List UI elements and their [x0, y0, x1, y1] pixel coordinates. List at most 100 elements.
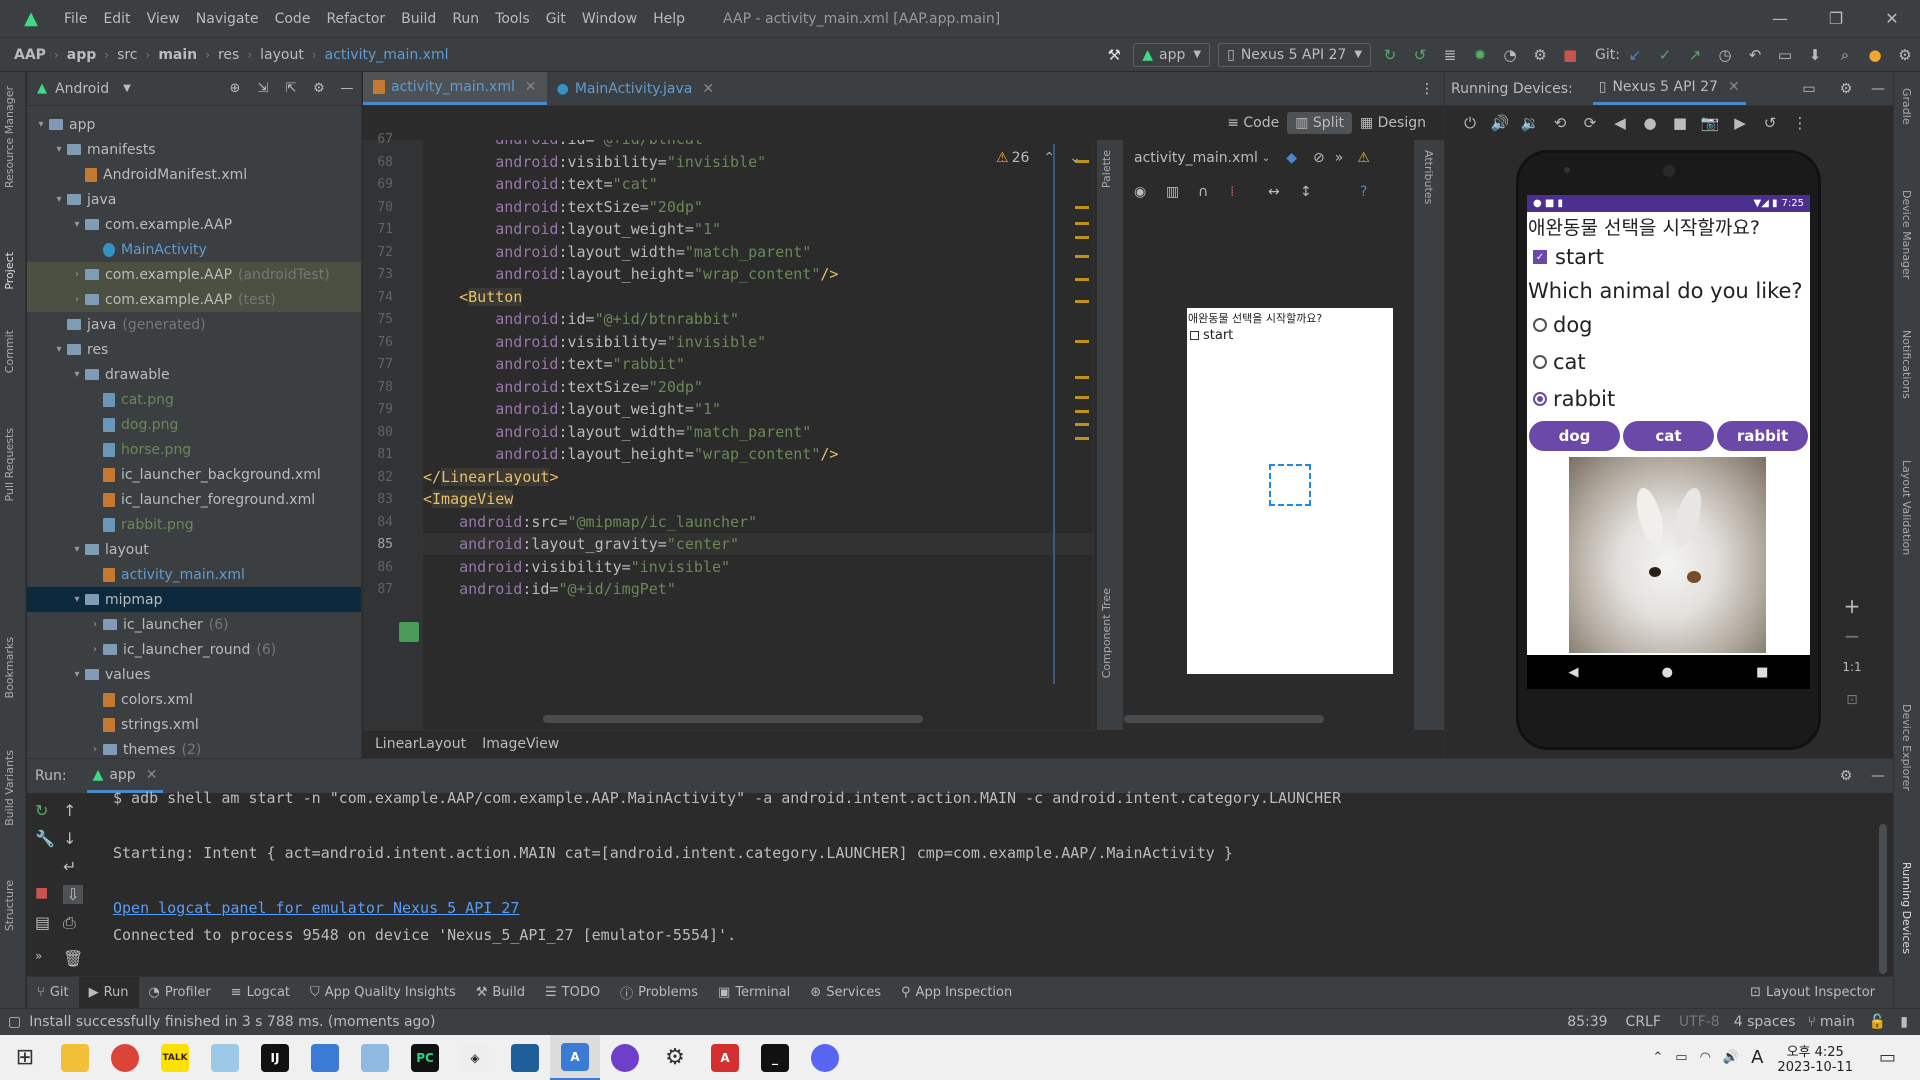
chevron-down-icon[interactable]: ▾: [51, 344, 67, 355]
chevron-down-icon[interactable]: ⌄: [1069, 150, 1081, 166]
run-tab-app[interactable]: ▲ app ✕: [86, 759, 164, 793]
project-view-select[interactable]: Android: [55, 81, 109, 97]
search-icon[interactable]: ⌕: [1830, 46, 1860, 64]
tree-item[interactable]: ic_launcher_foreground.xml: [27, 487, 361, 512]
tab-structure[interactable]: Structure: [3, 880, 16, 931]
emulator-screen[interactable]: ● ■ ▮ ▼◢ ▮ 7:25 애완동물 선택을 시작할까요? ✓ start …: [1527, 195, 1810, 689]
tree-item[interactable]: ▾ layout: [27, 537, 361, 562]
menu-edit[interactable]: Edit: [95, 11, 138, 27]
android-resource-icon[interactable]: [399, 622, 419, 642]
reset-icon[interactable]: ↺: [1755, 114, 1785, 132]
tab-gradle[interactable]: Gradle: [1900, 88, 1913, 125]
menu-git[interactable]: Git: [538, 11, 574, 27]
console-scrollbar[interactable]: [1879, 824, 1887, 974]
breadcrumb-item[interactable]: res: [214, 47, 243, 63]
collapse-all-icon[interactable]: ⇱: [277, 81, 305, 96]
tree-item[interactable]: dog.png: [27, 412, 361, 437]
error-stripe-marker[interactable]: [1075, 437, 1089, 440]
chevron-down-icon[interactable]: ▾: [69, 594, 85, 605]
horizontal-scrollbar[interactable]: [543, 715, 923, 723]
tab-running-devices[interactable]: Running Devices: [1900, 862, 1913, 954]
warning-icon[interactable]: ⚠: [1357, 150, 1370, 166]
tab-git[interactable]: ⑂ Git: [27, 985, 79, 1000]
chevron-down-icon[interactable]: ▾: [33, 119, 49, 130]
profile-icon[interactable]: ◔: [1495, 46, 1525, 64]
home-icon[interactable]: ●: [1662, 665, 1673, 680]
menu-window[interactable]: Window: [574, 11, 645, 27]
tree-item[interactable]: ▾ values: [27, 662, 361, 687]
notification-icon[interactable]: ▭: [1879, 1047, 1896, 1068]
close-tab-icon[interactable]: ✕: [702, 81, 714, 97]
cat-button[interactable]: cat: [1623, 421, 1714, 451]
error-stripe-marker[interactable]: [1075, 423, 1089, 426]
chevron-down-icon[interactable]: ⌄: [1262, 153, 1270, 164]
tab-build-variants[interactable]: Build Variants: [3, 750, 16, 826]
sdk-manager-icon[interactable]: ⬇: [1800, 46, 1830, 64]
hammer-icon[interactable]: ⚒: [1099, 46, 1129, 64]
tree-item[interactable]: MainActivity: [27, 237, 361, 262]
update-icon[interactable]: ●: [1860, 46, 1890, 64]
tab-app-inspection[interactable]: ⚲ App Inspection: [891, 985, 1022, 1000]
tab-resource-manager[interactable]: Resource Manager: [3, 86, 16, 188]
more-icon[interactable]: ⋮: [1785, 114, 1815, 132]
breadcrumb-item[interactable]: src: [113, 47, 141, 63]
blueprint-icon[interactable]: ⊘: [1313, 150, 1325, 166]
tab-palette[interactable]: Palette: [1100, 150, 1113, 188]
tree-item[interactable]: strings.xml: [27, 712, 361, 737]
tab-layout-validation[interactable]: Layout Validation: [1900, 460, 1913, 555]
github-icon[interactable]: [600, 1035, 650, 1080]
trash-icon[interactable]: 🗑: [63, 949, 83, 968]
maximize-button[interactable]: ❐: [1808, 9, 1864, 28]
error-stripe-marker[interactable]: [1075, 206, 1089, 209]
tab-device-manager[interactable]: Device Manager: [1900, 190, 1913, 279]
expand-all-icon[interactable]: ⇲: [249, 81, 277, 96]
tab-layout-inspector[interactable]: ⊡ Layout Inspector: [1740, 985, 1885, 1000]
tab-logcat[interactable]: ≡ Logcat: [221, 985, 300, 1000]
tree-item[interactable]: › com.example.AAP (androidTest): [27, 262, 361, 287]
chevron-right-icon[interactable]: ›: [69, 269, 85, 280]
soft-wrap-icon[interactable]: ↵: [63, 857, 76, 876]
hide-panel-icon[interactable]: —: [1863, 768, 1893, 784]
error-stripe-marker[interactable]: [1075, 278, 1089, 281]
design-view-button[interactable]: ▦ Design: [1352, 112, 1434, 134]
code-view-button[interactable]: ≡ Code: [1219, 112, 1287, 134]
volume-up-icon[interactable]: 🔊: [1485, 114, 1515, 132]
tree-item[interactable]: AndroidManifest.xml: [27, 162, 361, 187]
file-explorer-icon[interactable]: [50, 1035, 100, 1080]
stop-icon[interactable]: ■: [35, 885, 48, 901]
tab-device-explorer[interactable]: Device Explorer: [1900, 704, 1913, 791]
status-icon[interactable]: ▢: [8, 1014, 21, 1030]
error-stripe-marker[interactable]: [1075, 396, 1089, 399]
tab-bookmarks[interactable]: Bookmarks: [3, 637, 16, 698]
scroll-up-icon[interactable]: ↑: [63, 801, 76, 820]
pycharm-icon[interactable]: PC: [400, 1035, 450, 1080]
device-manager-icon[interactable]: ▭: [1770, 46, 1800, 64]
tab-todo[interactable]: ☰ TODO: [535, 985, 610, 1000]
device-select[interactable]: ▯ Nexus 5 API 27 ▼: [1218, 42, 1372, 67]
gear-icon[interactable]: ⚙: [305, 81, 333, 96]
scroll-to-end-icon[interactable]: ⇩: [63, 885, 83, 904]
intellij-icon[interactable]: IJ: [250, 1035, 300, 1080]
tree-item[interactable]: activity_main.xml: [27, 562, 361, 587]
volume-down-icon[interactable]: 🔉: [1515, 114, 1545, 132]
breadcrumb-item[interactable]: app: [63, 47, 101, 63]
run-config-select[interactable]: ▲ app ▼: [1133, 42, 1211, 67]
layout-icon[interactable]: ▤: [35, 913, 50, 932]
tree-item[interactable]: colors.xml: [27, 687, 361, 712]
tab-problems[interactable]: ⓘ Problems: [610, 983, 708, 1002]
scroll-down-icon[interactable]: ↓: [63, 829, 76, 848]
terminal-icon[interactable]: _: [750, 1035, 800, 1080]
back-icon[interactable]: ◀: [1605, 114, 1635, 132]
rollback-icon[interactable]: ↶: [1740, 46, 1770, 64]
home-icon[interactable]: ●: [1635, 114, 1665, 132]
breadcrumb-item[interactable]: AAP: [10, 47, 50, 63]
tab-terminal[interactable]: ▣ Terminal: [708, 985, 800, 1000]
overview-icon[interactable]: ■: [1756, 665, 1768, 680]
tree-item[interactable]: ▾ manifests: [27, 137, 361, 162]
chrome-icon[interactable]: [100, 1035, 150, 1080]
menu-help[interactable]: Help: [645, 11, 693, 27]
menu-code[interactable]: Code: [267, 11, 319, 27]
tab-profiler[interactable]: ◔ Profiler: [139, 985, 221, 1000]
rerun-icon[interactable]: ↻: [1375, 46, 1405, 64]
back-icon[interactable]: ◀: [1569, 665, 1579, 680]
